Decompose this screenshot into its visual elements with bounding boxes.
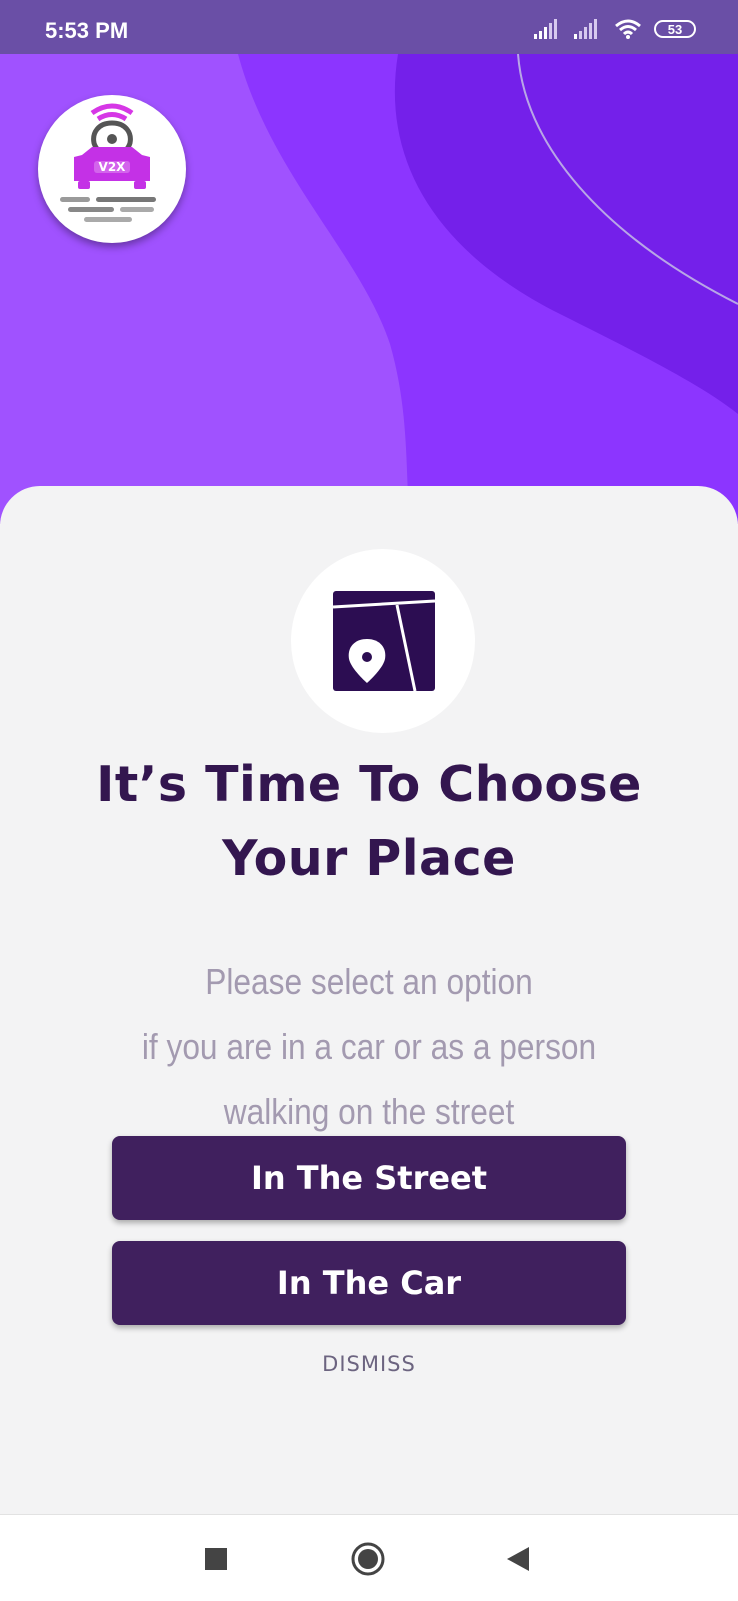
dialog-description-line1: Please select an option — [205, 961, 533, 1002]
in-the-street-button[interactable]: In The Street — [112, 1136, 626, 1220]
dialog-description-line2: if you are in a car or as a person — [141, 1026, 597, 1067]
status-time: 5:53 PM — [45, 18, 129, 43]
car-location-logo: V2X — [60, 103, 156, 222]
recents-button[interactable] — [198, 1541, 234, 1577]
dialog-description-line3: walking on the street — [223, 1091, 515, 1132]
signal-icon — [534, 19, 557, 39]
battery-icon: 53 — [654, 20, 696, 38]
recents-icon — [205, 1548, 227, 1570]
dismiss-button[interactable]: DISMISS — [0, 1352, 738, 1376]
map-icon-circle — [291, 549, 475, 733]
dialog-title-line2: Your Place — [222, 830, 516, 887]
wifi-icon — [615, 19, 641, 39]
home-button[interactable] — [350, 1541, 386, 1577]
dialog-title-line1: It’s Time To Choose — [96, 756, 642, 813]
battery-level: 53 — [667, 21, 683, 37]
app-logo: V2X — [38, 95, 186, 243]
in-the-car-button[interactable]: In The Car — [112, 1241, 626, 1325]
signal-icon — [574, 19, 597, 39]
logo-text: V2X — [99, 160, 127, 174]
back-button[interactable] — [500, 1541, 536, 1577]
navigation-bar — [0, 1514, 738, 1601]
status-icons: 53 — [534, 18, 696, 40]
back-icon — [507, 1547, 529, 1571]
dialog-title: It’s Time To Choose Your Place — [40, 748, 698, 896]
home-icon — [351, 1542, 385, 1576]
status-bar: 5:53 PM 53 — [0, 0, 738, 54]
place-dialog: It’s Time To Choose Your Place Please se… — [0, 486, 738, 1514]
map-pin-icon — [332, 591, 436, 692]
dialog-description: Please select an option if you are in a … — [79, 949, 658, 1144]
